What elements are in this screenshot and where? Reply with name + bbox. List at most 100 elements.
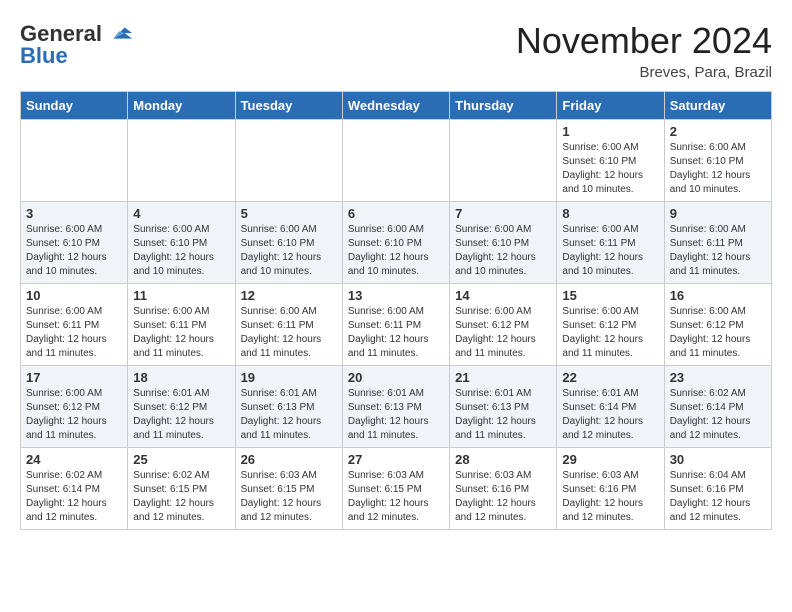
title-block: November 2024 Breves, Para, Brazil [516,20,772,81]
day-number: 7 [455,206,551,221]
empty-cell [128,120,235,202]
day-number: 23 [670,370,766,385]
day-header-friday: Friday [557,92,664,120]
day-number: 15 [562,288,658,303]
day-cell-13: 13 Sunrise: 6:00 AM Sunset: 6:11 PM Dayli… [342,284,449,366]
day-info: Sunrise: 6:00 AM Sunset: 6:11 PM Dayligh… [133,305,229,361]
day-cell-2: 2 Sunrise: 6:00 AM Sunset: 6:10 PM Daylig… [664,120,771,202]
day-info: Sunrise: 6:00 AM Sunset: 6:11 PM Dayligh… [26,305,122,361]
day-cell-21: 21 Sunrise: 6:01 AM Sunset: 6:13 PM Dayli… [450,366,557,448]
day-cell-4: 4Sunrise: 6:00 AM Sunset: 6:10 PM Daylig… [128,202,235,284]
day-info: Sunrise: 6:04 AM Sunset: 6:16 PM Dayligh… [670,469,766,525]
day-info: Sunrise: 6:00 AM Sunset: 6:12 PM Dayligh… [455,305,551,361]
day-number: 9 [670,206,766,221]
day-cell-28: 28Sunrise: 6:03 AM Sunset: 6:16 PM Dayli… [450,448,557,530]
day-cell-5: 5 Sunrise: 6:00 AM Sunset: 6:10 PM Daylig… [235,202,342,284]
week-row-1: 1 Sunrise: 6:00 AM Sunset: 6:10 PM Daylig… [21,120,772,202]
day-number: 14 [455,288,551,303]
day-cell-25: 25 Sunrise: 6:02 AM Sunset: 6:15 PM Dayli… [128,448,235,530]
day-info: Sunrise: 6:01 AM Sunset: 6:14 PM Dayligh… [562,387,658,443]
day-info: Sunrise: 6:02 AM Sunset: 6:14 PM Dayligh… [26,469,122,525]
empty-cell [342,120,449,202]
day-number: 10 [26,288,122,303]
day-number: 13 [348,288,444,303]
day-info: Sunrise: 6:03 AM Sunset: 6:15 PM Dayligh… [241,469,337,525]
day-number: 20 [348,370,444,385]
day-number: 8 [562,206,658,221]
day-number: 30 [670,452,766,467]
day-info: Sunrise: 6:00 AM Sunset: 6:11 PM Dayligh… [241,305,337,361]
day-header-wednesday: Wednesday [342,92,449,120]
day-info: Sunrise: 6:00 AM Sunset: 6:12 PM Dayligh… [670,305,766,361]
day-header-sunday: Sunday [21,92,128,120]
day-number: 27 [348,452,444,467]
day-info: Sunrise: 6:00 AM Sunset: 6:12 PM Dayligh… [26,387,122,443]
day-number: 28 [455,452,551,467]
calendar-table: SundayMondayTuesdayWednesdayThursdayFrid… [20,91,772,530]
day-cell-15: 15 Sunrise: 6:00 AM Sunset: 6:12 PM Dayli… [557,284,664,366]
day-info: Sunrise: 6:01 AM Sunset: 6:13 PM Dayligh… [455,387,551,443]
day-cell-18: 18Sunrise: 6:01 AM Sunset: 6:12 PM Dayli… [128,366,235,448]
month-title: November 2024 [516,20,772,62]
day-cell-20: 20Sunrise: 6:01 AM Sunset: 6:13 PM Dayli… [342,366,449,448]
day-number: 21 [455,370,551,385]
day-info: Sunrise: 6:03 AM Sunset: 6:16 PM Dayligh… [562,469,658,525]
day-cell-11: 11 Sunrise: 6:00 AM Sunset: 6:11 PM Dayli… [128,284,235,366]
week-row-2: 3 Sunrise: 6:00 AM Sunset: 6:10 PM Daylig… [21,202,772,284]
day-cell-12: 12Sunrise: 6:00 AM Sunset: 6:11 PM Dayli… [235,284,342,366]
empty-cell [21,120,128,202]
day-cell-30: 30 Sunrise: 6:04 AM Sunset: 6:16 PM Dayli… [664,448,771,530]
day-number: 18 [133,370,229,385]
week-row-3: 10 Sunrise: 6:00 AM Sunset: 6:11 PM Dayli… [21,284,772,366]
day-header-tuesday: Tuesday [235,92,342,120]
day-info: Sunrise: 6:00 AM Sunset: 6:11 PM Dayligh… [670,223,766,279]
day-cell-17: 17 Sunrise: 6:00 AM Sunset: 6:12 PM Dayli… [21,366,128,448]
day-cell-24: 24 Sunrise: 6:02 AM Sunset: 6:14 PM Dayli… [21,448,128,530]
day-info: Sunrise: 6:00 AM Sunset: 6:10 PM Dayligh… [455,223,551,279]
day-cell-16: 16 Sunrise: 6:00 AM Sunset: 6:12 PM Dayli… [664,284,771,366]
day-cell-23: 23 Sunrise: 6:02 AM Sunset: 6:14 PM Dayli… [664,366,771,448]
day-header-monday: Monday [128,92,235,120]
day-number: 24 [26,452,122,467]
week-row-4: 17 Sunrise: 6:00 AM Sunset: 6:12 PM Dayli… [21,366,772,448]
day-number: 2 [670,124,766,139]
day-number: 17 [26,370,122,385]
day-header-thursday: Thursday [450,92,557,120]
day-cell-22: 22 Sunrise: 6:01 AM Sunset: 6:14 PM Dayli… [557,366,664,448]
day-cell-14: 14 Sunrise: 6:00 AM Sunset: 6:12 PM Dayli… [450,284,557,366]
logo-bird-icon [106,20,134,48]
day-number: 29 [562,452,658,467]
day-number: 5 [241,206,337,221]
day-header-saturday: Saturday [664,92,771,120]
day-number: 1 [562,124,658,139]
day-info: Sunrise: 6:00 AM Sunset: 6:10 PM Dayligh… [348,223,444,279]
day-number: 16 [670,288,766,303]
day-info: Sunrise: 6:00 AM Sunset: 6:10 PM Dayligh… [562,141,658,197]
page-header: General Blue November 2024 Breves, Para,… [20,20,772,81]
days-of-week-row: SundayMondayTuesdayWednesdayThursdayFrid… [21,92,772,120]
day-info: Sunrise: 6:00 AM Sunset: 6:10 PM Dayligh… [26,223,122,279]
day-info: Sunrise: 6:00 AM Sunset: 6:12 PM Dayligh… [562,305,658,361]
empty-cell [450,120,557,202]
day-cell-26: 26Sunrise: 6:03 AM Sunset: 6:15 PM Dayli… [235,448,342,530]
day-cell-1: 1 Sunrise: 6:00 AM Sunset: 6:10 PM Daylig… [557,120,664,202]
day-number: 25 [133,452,229,467]
day-info: Sunrise: 6:02 AM Sunset: 6:14 PM Dayligh… [670,387,766,443]
day-cell-3: 3 Sunrise: 6:00 AM Sunset: 6:10 PM Daylig… [21,202,128,284]
day-number: 3 [26,206,122,221]
calendar-body: 1 Sunrise: 6:00 AM Sunset: 6:10 PM Daylig… [21,120,772,530]
day-number: 11 [133,288,229,303]
day-cell-8: 8 Sunrise: 6:00 AM Sunset: 6:11 PM Daylig… [557,202,664,284]
day-number: 4 [133,206,229,221]
day-info: Sunrise: 6:00 AM Sunset: 6:10 PM Dayligh… [241,223,337,279]
day-cell-10: 10 Sunrise: 6:00 AM Sunset: 6:11 PM Dayli… [21,284,128,366]
empty-cell [235,120,342,202]
day-info: Sunrise: 6:00 AM Sunset: 6:11 PM Dayligh… [348,305,444,361]
day-info: Sunrise: 6:02 AM Sunset: 6:15 PM Dayligh… [133,469,229,525]
day-info: Sunrise: 6:00 AM Sunset: 6:10 PM Dayligh… [670,141,766,197]
day-number: 22 [562,370,658,385]
day-info: Sunrise: 6:00 AM Sunset: 6:11 PM Dayligh… [562,223,658,279]
day-cell-7: 7 Sunrise: 6:00 AM Sunset: 6:10 PM Daylig… [450,202,557,284]
logo: General Blue [20,20,134,68]
day-number: 6 [348,206,444,221]
